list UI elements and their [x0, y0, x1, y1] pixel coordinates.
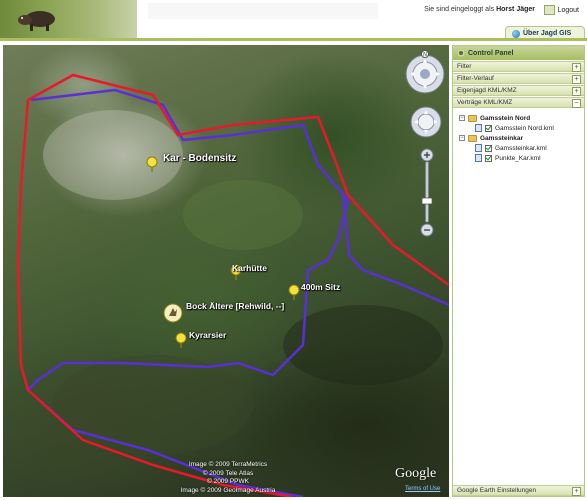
kml-file-icon	[475, 154, 482, 162]
logout-label: Logout	[557, 6, 579, 14]
look-around-control[interactable]	[409, 105, 443, 139]
section-label: Filter-Verlauf	[457, 75, 494, 82]
logout-icon	[543, 5, 555, 15]
expand-toggle[interactable]: +	[572, 63, 581, 72]
kml-file-icon	[475, 144, 482, 152]
map-copyright: Image © 2009 TerraMetrics © 2009 Tele At…	[168, 461, 288, 495]
logout-link[interactable]: Logout	[543, 5, 579, 15]
section-filter-verlauf[interactable]: Filter-Verlauf +	[453, 73, 584, 84]
login-prefix: Sie sind eingeloggt als	[424, 6, 495, 13]
user-name: Horst Jäger	[496, 6, 535, 13]
tab-label: Über Jagd GIS	[523, 30, 572, 37]
pushpin-icon[interactable]	[286, 284, 302, 300]
control-panel-header: Control Panel	[453, 46, 584, 60]
section-label: Verträge KML/KMZ	[457, 99, 513, 106]
deer-marker-icon[interactable]	[163, 303, 183, 323]
layer-checkbox[interactable]	[485, 144, 492, 152]
collapse-toggle[interactable]: −	[572, 99, 581, 108]
placemark-label[interactable]: Bock Ältere [Rehwild, --]	[186, 301, 284, 311]
section-google-earth-settings[interactable]: Google Earth Einstellungen +	[453, 485, 584, 496]
compass-letter: N	[423, 52, 427, 58]
tree-expander[interactable]: −	[459, 115, 465, 121]
layer-checkbox[interactable]	[485, 124, 492, 132]
copyright-line: © 2009 Tele Atlas	[202, 469, 254, 477]
folder-label: Gamsstein Nord	[480, 114, 531, 122]
copyright-line: © 2009 PPWK	[206, 478, 249, 485]
kml-tree: − Gamsstein Nord Gamsstein Nord.kml − Ga…	[453, 108, 584, 163]
tree-file-row[interactable]: Punkte_Kar.kml	[459, 153, 584, 163]
section-eigenjagd[interactable]: Eigenjagd KML/KMZ +	[453, 85, 584, 96]
section-label: Google Earth Einstellungen	[457, 487, 537, 494]
login-info: Sie sind eingeloggt als Horst Jäger	[424, 6, 535, 13]
placemark-label[interactable]: Karhütte	[232, 263, 267, 273]
layer-checkbox[interactable]	[485, 154, 492, 162]
pushpin-icon[interactable]	[173, 332, 189, 348]
google-logo: Google	[395, 466, 437, 481]
gear-icon	[457, 49, 465, 57]
banner-image	[0, 0, 137, 38]
expand-toggle[interactable]: +	[572, 487, 581, 496]
tree-expander[interactable]: −	[459, 135, 465, 141]
control-panel-title: Control Panel	[468, 49, 514, 57]
tree-file-row[interactable]: Gamssteinkar.kml	[459, 143, 584, 153]
header: Sie sind eingeloggt als Horst Jäger Logo…	[0, 0, 587, 40]
control-panel: Control Panel Filter + Filter-Verlauf + …	[452, 45, 585, 497]
tree-folder-row[interactable]: − Gamssteinkar	[459, 133, 584, 143]
folder-icon	[468, 114, 477, 122]
folder-label: Gamssteinkar	[480, 134, 523, 142]
hunting-boundaries	[16, 73, 449, 497]
section-label: Filter	[457, 63, 472, 70]
wild-boar-icon	[18, 11, 55, 31]
placemark-label[interactable]: 400m Sitz	[301, 282, 340, 292]
navigation-compass-control[interactable]: N	[403, 50, 447, 94]
pushpin-icon[interactable]	[144, 156, 160, 172]
expand-toggle[interactable]: +	[572, 75, 581, 84]
file-label: Gamsstein Nord.kml	[495, 124, 554, 132]
header-divider	[0, 38, 587, 41]
section-label: Eigenjagd KML/KMZ	[457, 87, 517, 94]
file-label: Punkte_Kar.kml	[495, 154, 541, 162]
section-vertraege[interactable]: Verträge KML/KMZ −	[453, 97, 584, 108]
copyright-line: Image © 2009 TerraMetrics	[188, 461, 268, 468]
kml-file-icon	[475, 124, 482, 132]
file-label: Gamssteinkar.kml	[495, 144, 547, 152]
tree-folder-row[interactable]: − Gamsstein Nord	[459, 113, 584, 123]
expand-toggle[interactable]: +	[572, 87, 581, 96]
terms-of-use-link[interactable]: Terms of Use	[405, 486, 440, 492]
placemark-label[interactable]: Kar - Bodensitz	[163, 153, 236, 164]
header-blank-strip	[148, 3, 378, 19]
section-filter[interactable]: Filter +	[453, 61, 584, 72]
satellite-map[interactable]: Kar - Bodensitz Karhütte 400m Sitz Bock …	[3, 45, 449, 497]
folder-icon	[468, 134, 477, 142]
copyright-line: Image © 2009 GeoImage Austria	[180, 486, 276, 494]
globe-icon	[512, 29, 520, 38]
tree-file-row[interactable]: Gamsstein Nord.kml	[459, 123, 584, 133]
placemark-label[interactable]: Kyrarsier	[189, 330, 226, 340]
zoom-slider[interactable]	[420, 148, 434, 238]
